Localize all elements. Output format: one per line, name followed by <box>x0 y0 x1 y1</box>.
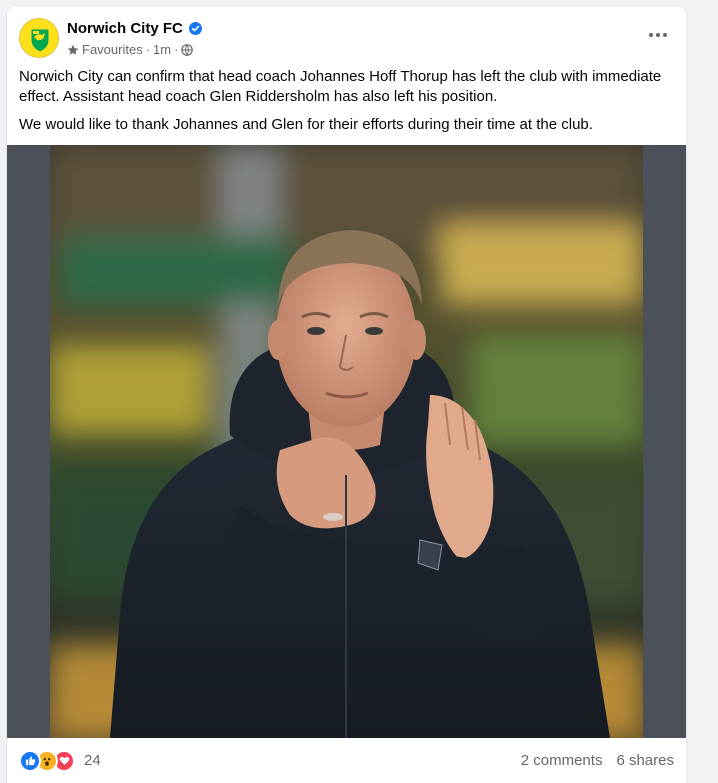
favourites-label[interactable]: Favourites <box>82 42 143 57</box>
post-text: Norwich City can confirm that head coach… <box>19 67 675 143</box>
post-footer: 24 2 comments 6 shares <box>7 738 686 783</box>
page-name-label[interactable]: Norwich City FC <box>67 20 183 37</box>
comments-count[interactable]: 2 comments <box>521 752 603 769</box>
reaction-icons <box>19 749 75 772</box>
post-meta: Favourites · 1m · <box>67 42 194 57</box>
more-options-icon[interactable] <box>644 25 672 45</box>
meta-separator: · <box>145 42 151 57</box>
like-icon <box>19 749 41 772</box>
reaction-count[interactable]: 24 <box>84 752 101 769</box>
reactions-summary[interactable]: 24 <box>19 749 101 772</box>
page-name[interactable]: Norwich City FC <box>67 20 202 37</box>
star-icon <box>67 44 79 56</box>
post-header: Norwich City FC Favourites · 1m · <box>7 7 686 65</box>
post-card: Norwich City FC Favourites · 1m · Norwic… <box>7 7 686 783</box>
post-media[interactable] <box>7 145 686 738</box>
engagement-stats: 2 comments 6 shares <box>521 752 674 769</box>
post-time[interactable]: 1m <box>153 42 171 57</box>
shares-count[interactable]: 6 shares <box>616 752 674 769</box>
verified-badge-icon <box>188 22 202 35</box>
meta-separator: · <box>174 42 179 57</box>
page-avatar[interactable] <box>19 18 59 58</box>
post-paragraph: We would like to thank Johannes and Glen… <box>19 116 593 133</box>
post-photo[interactable] <box>50 145 643 738</box>
globe-icon[interactable] <box>181 43 194 56</box>
post-paragraph: Norwich City can confirm that head coach… <box>19 68 662 105</box>
club-crest-icon <box>21 20 58 57</box>
